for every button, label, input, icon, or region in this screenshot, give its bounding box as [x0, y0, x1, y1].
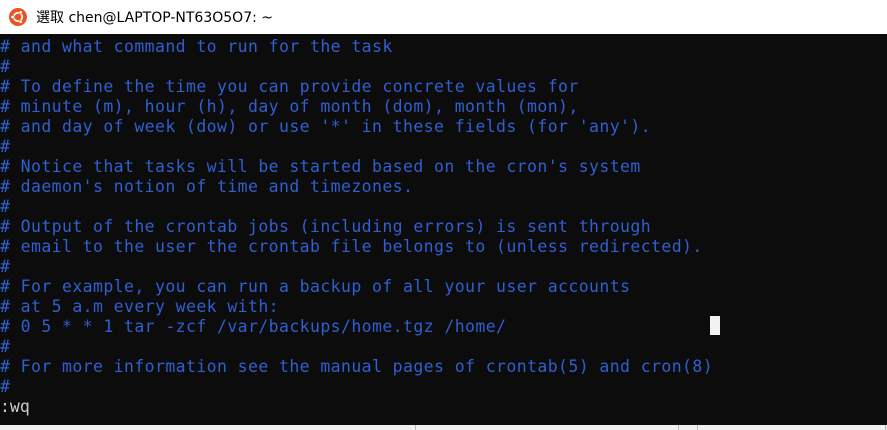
terminal-line: # — [0, 137, 11, 156]
crontab-comment-block: # and what command to run for the task #… — [0, 37, 713, 397]
terminal-line: # and what command to run for the task — [0, 37, 393, 56]
terminal-line: # at 5 a.m every week with: — [0, 297, 280, 316]
terminal-line: # For example, you can run a backup of a… — [0, 277, 631, 296]
terminal-line: # — [0, 197, 11, 216]
vim-command-line[interactable]: :wq — [0, 397, 30, 417]
title-bar[interactable]: 選取 chen@LAPTOP-NT63O5O7: ~ — [0, 0, 887, 34]
terminal-line: # — [0, 57, 11, 76]
terminal-line: # daemon's notion of time and timezones. — [0, 177, 414, 196]
text-cursor — [710, 316, 720, 335]
divider — [697, 425, 698, 430]
window-bottom-border — [0, 425, 887, 430]
ubuntu-icon[interactable] — [9, 8, 27, 26]
terminal-line: # — [0, 337, 11, 356]
terminal-line: # Notice that tasks will be started base… — [0, 157, 641, 176]
terminal-line: # To define the time you can provide con… — [0, 77, 579, 96]
divider — [678, 425, 679, 430]
terminal-content[interactable]: # and what command to run for the task #… — [0, 34, 887, 425]
terminal-line: # — [0, 377, 11, 396]
terminal-line: # Output of the crontab jobs (including … — [0, 217, 652, 236]
divider — [415, 425, 416, 430]
terminal-line: # minute (m), hour (h), day of month (do… — [0, 97, 579, 116]
terminal-window: 選取 chen@LAPTOP-NT63O5O7: ~ # and what co… — [0, 0, 887, 430]
terminal-line: # email to the user the crontab file bel… — [0, 237, 703, 256]
terminal-line: # 0 5 * * 1 tar -zcf /var/backups/home.t… — [0, 317, 507, 336]
divider — [885, 425, 886, 430]
terminal-line: # For more information see the manual pa… — [0, 357, 714, 376]
terminal-line: # — [0, 257, 11, 276]
terminal-line: # and day of week (dow) or use '*' in th… — [0, 117, 652, 136]
window-title: 選取 chen@LAPTOP-NT63O5O7: ~ — [36, 10, 273, 26]
